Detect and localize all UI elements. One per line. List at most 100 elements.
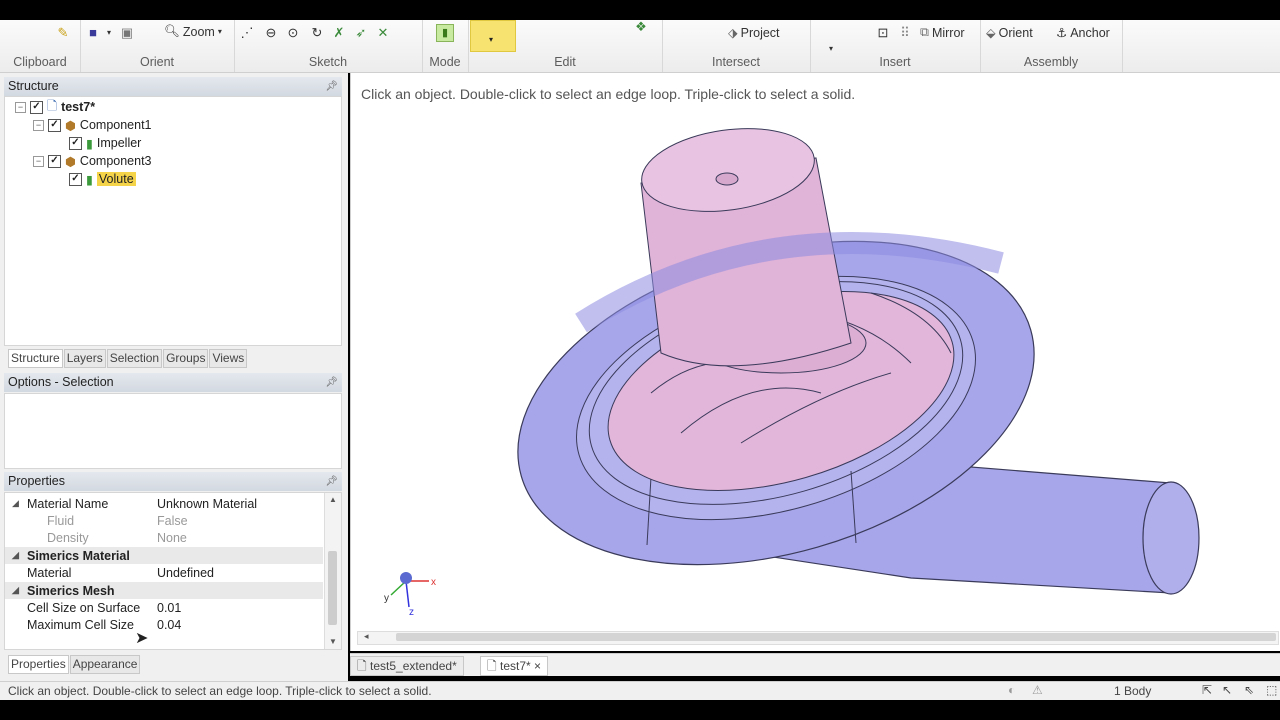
chevron-down-icon[interactable]: ▾ (102, 26, 116, 40)
doc-tab-test5-extended[interactable]: 🗋 test5_extended* (350, 656, 464, 676)
visibility-checkbox[interactable]: ✓ (69, 136, 82, 150)
tree-item-component1[interactable]: − ✓ ⬢ Component1 (33, 116, 152, 134)
box-select-icon[interactable]: ⬚ (1266, 683, 1277, 697)
chevron-down-icon: ▾ (489, 35, 494, 44)
collapse-triangle-icon[interactable]: ◢ (12, 585, 19, 596)
visibility-checkbox[interactable]: ✓ (48, 118, 61, 132)
viewport-horizontal-scrollbar[interactable]: ◂ (357, 631, 1279, 645)
split-tool-icon[interactable]: ✕ (376, 26, 390, 40)
window-top-edge (0, 0, 1280, 20)
visibility-checkbox[interactable]: ✓ (30, 100, 43, 114)
visibility-checkbox[interactable]: ✓ (69, 172, 82, 186)
offset-tool-icon[interactable]: ➶ (354, 26, 368, 40)
scroll-down-icon[interactable]: ▼ (329, 637, 337, 646)
trim-tool-icon[interactable]: ✗ (332, 26, 346, 40)
property-section-title: Simerics Material (27, 548, 130, 563)
select-cursor-icon[interactable]: ↖ (1222, 683, 1232, 697)
collapse-triangle-icon[interactable]: ◢ (12, 550, 19, 561)
options-panel-header: Options - Selection 📌︎ (4, 373, 342, 392)
tab-properties[interactable]: Properties (8, 655, 69, 674)
circle-tool-icon[interactable]: ⊙ (286, 26, 300, 40)
properties-scrollbar[interactable]: ▲ ▼ (324, 493, 341, 649)
tab-selection[interactable]: Selection (106, 349, 163, 368)
property-section-simerics-material[interactable]: ◢ Simerics Material (5, 547, 323, 564)
doc-tab-test7[interactable]: 🗋 test7* × (480, 656, 549, 676)
document-icon: 🗋 (47, 98, 58, 113)
axis-z-label: z (409, 607, 414, 618)
property-value: False (157, 513, 188, 528)
scroll-up-icon[interactable]: ▲ (329, 495, 337, 504)
tab-layers[interactable]: Layers (63, 349, 106, 368)
visibility-checkbox[interactable]: ✓ (48, 154, 61, 168)
ribbon-group-label: Edit (554, 55, 576, 69)
tab-appearance[interactable]: Appearance (69, 655, 141, 674)
structure-tabs: Structure Layers Selection Groups Views (8, 349, 248, 368)
arc-tool-icon[interactable]: ↻ (310, 26, 324, 40)
property-row-max-cell-size[interactable]: Maximum Cell Size 0.04 (5, 616, 323, 633)
pointer-icon[interactable]: ⇖ (1244, 683, 1254, 697)
property-section-simerics-mesh[interactable]: ◢ Simerics Mesh (5, 582, 323, 599)
mirror-button[interactable]: ⧉ Mirror (920, 25, 965, 40)
warning-icon: ⚠︎ (1032, 683, 1043, 697)
property-row-cell-size-surface[interactable]: Cell Size on Surface 0.01 (5, 599, 323, 616)
document-tabs: 🗋 test5_extended* 🗋 test7* × (350, 653, 1280, 676)
pattern-icon[interactable]: ⠿ (898, 26, 912, 40)
solid-body-icon: ▮ (86, 136, 93, 151)
select-tool-button[interactable]: ▾ (470, 20, 516, 52)
paste-icon[interactable]: ✎ (56, 26, 70, 40)
project-button[interactable]: ⬗ Project (728, 25, 780, 41)
zoom-button[interactable]: 🔍︎ Zoom ▾ (164, 24, 222, 39)
property-row-density[interactable]: Density None (5, 529, 323, 546)
collapse-icon[interactable]: − (15, 101, 26, 113)
orient-icon: ⬙ (986, 26, 996, 40)
solid-mode-icon[interactable]: ▮ (436, 24, 454, 42)
close-icon[interactable]: × (534, 659, 541, 673)
pin-icon[interactable]: 📌︎ (325, 472, 338, 491)
scroll-left-icon[interactable]: ◂ (364, 631, 369, 642)
property-row-fluid[interactable]: Fluid False (5, 512, 323, 529)
scrollbar-thumb[interactable] (328, 551, 337, 625)
tab-structure[interactable]: Structure (8, 349, 63, 368)
pull-tool-icon[interactable]: ❖ (634, 20, 648, 34)
collapse-icon[interactable]: − (33, 119, 44, 131)
3d-viewport[interactable]: Click an object. Double-click to select … (350, 73, 1280, 651)
collapse-triangle-icon[interactable]: ◢ (12, 498, 19, 509)
collapse-icon[interactable]: − (33, 155, 44, 167)
tab-groups[interactable]: Groups (163, 349, 209, 368)
model-canvas[interactable]: x y z (351, 73, 1280, 651)
project-label: Project (740, 25, 780, 40)
tab-views[interactable]: Views (209, 349, 248, 368)
selection-filter-icon[interactable]: ⇱ (1202, 683, 1212, 697)
property-key: Cell Size on Surface (27, 600, 141, 615)
axis-x-label: x (431, 577, 436, 588)
ellipse-tool-icon[interactable]: ⊖ (264, 26, 278, 40)
home-view-icon[interactable]: ■ (86, 26, 100, 40)
ribbon-group-intersect: ⬗ Project Intersect (662, 20, 811, 72)
chevron-down-icon[interactable]: ▾ (824, 42, 838, 56)
status-bar: Click an object. Double-click to select … (0, 681, 1280, 701)
ribbon-group-label: Mode (429, 55, 461, 69)
property-row-material[interactable]: Material Undefined (5, 564, 323, 581)
snap-view-icon[interactable]: ▣ (120, 26, 134, 40)
scrollbar-thumb[interactable] (396, 633, 1276, 641)
ribbon: ✎ Clipboard ■ ▾ ▣ 🔍︎ Zoom ▾ Orient ⋰ ⊖ ⊙… (0, 20, 1280, 73)
left-pane: Structure 📌︎ − ✓ 🗋 test7* − ✓ ⬢ Componen… (0, 73, 348, 681)
property-key: Material Name (27, 496, 109, 511)
axis-y-label: y (384, 593, 389, 604)
property-row-material-name[interactable]: ◢ Material Name Unknown Material (5, 495, 323, 512)
plane-icon[interactable]: ⊡ (876, 26, 890, 40)
tree-item-root[interactable]: − ✓ 🗋 test7* (15, 98, 95, 116)
ribbon-group-edit: ▾ ❖ Edit (468, 20, 663, 72)
tree-item-component3[interactable]: − ✓ ⬢ Component3 (33, 152, 152, 170)
pin-icon[interactable]: 📌︎ (325, 77, 338, 96)
window-bottom-edge (0, 700, 1280, 720)
ribbon-group-insert: ▾ ⊡ ⠿ ⧉ Mirror Insert (810, 20, 981, 72)
tree-item-volute[interactable]: ✓ ▮ Volute (69, 170, 136, 188)
pin-icon[interactable]: 📌︎ (325, 373, 338, 392)
ribbon-group-label: Sketch (308, 55, 348, 69)
anchor-button[interactable]: ⚓︎ Anchor (1056, 25, 1110, 41)
tree-item-impeller[interactable]: ✓ ▮ Impeller (69, 134, 141, 152)
property-value: 0.01 (157, 600, 182, 615)
line-tool-icon[interactable]: ⋰ (240, 26, 254, 40)
orient-button[interactable]: ⬙ Orient (986, 25, 1033, 41)
